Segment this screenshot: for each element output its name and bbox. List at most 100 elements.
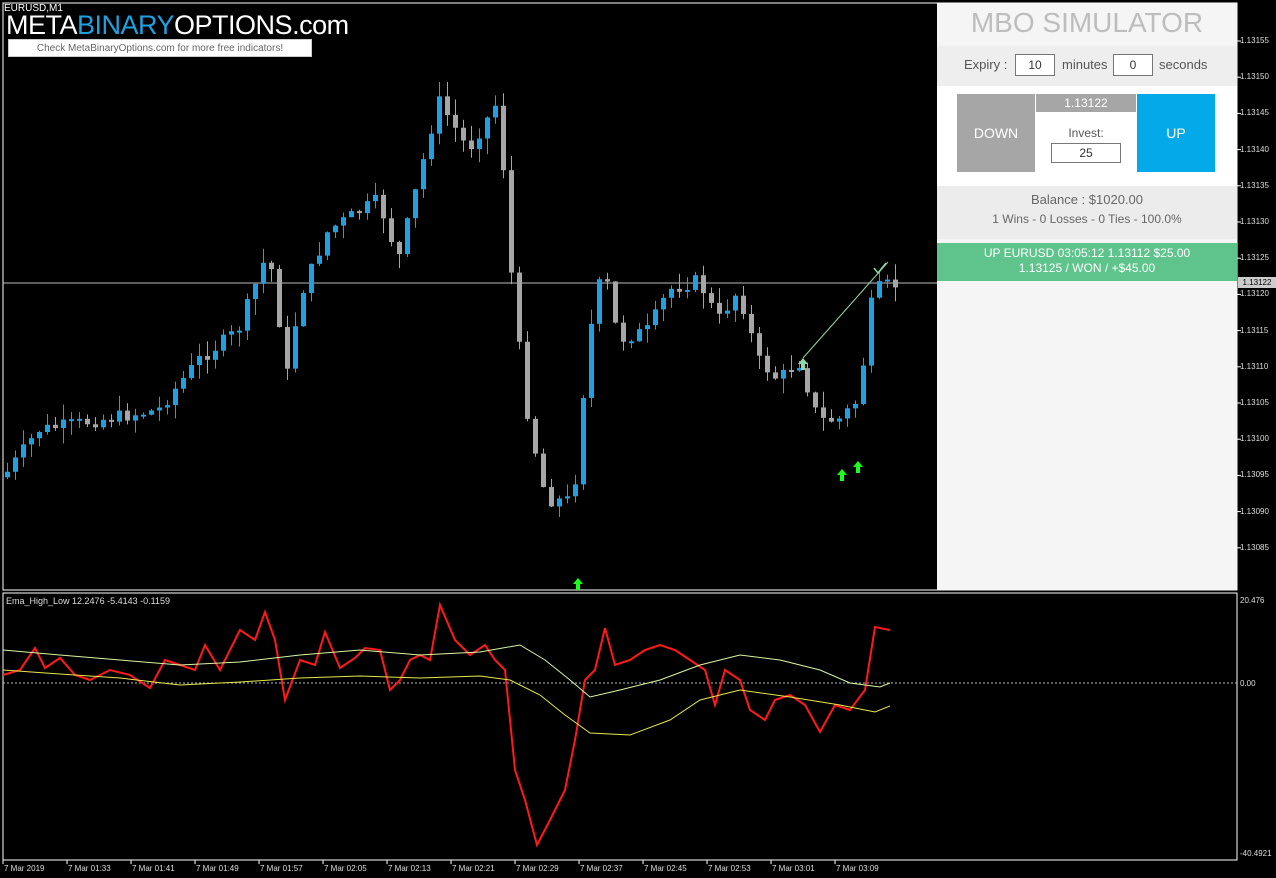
candle-body	[429, 133, 434, 160]
candle-body	[237, 330, 242, 333]
candle-body	[261, 262, 266, 284]
trade-path-line	[802, 261, 889, 359]
trade-result-banner: UP EURUSD 03:05:12 1.13112 $25.00 1.1312…	[937, 243, 1237, 281]
candle-body	[5, 471, 10, 478]
current-price: 1.13122	[1036, 94, 1136, 112]
time-tick-label: 7 Mar 01:57	[260, 864, 303, 873]
candle-body	[333, 225, 338, 233]
candle-body	[349, 211, 354, 218]
trade-box: DOWN 1.13122 Invest: 25 UP	[937, 86, 1237, 186]
candle-body	[117, 410, 122, 422]
candle-body	[549, 487, 554, 507]
candle-body	[485, 117, 490, 139]
time-tick-label: 7 Mar 02:29	[516, 864, 559, 873]
indicator-axis-top: 20.476	[1240, 596, 1265, 605]
invest-input[interactable]: 25	[1051, 143, 1121, 163]
price-tick-label: 1.13120	[1240, 289, 1269, 299]
candle-body	[589, 323, 594, 398]
candle-body	[45, 424, 50, 433]
candle-body	[501, 105, 506, 171]
candle-body	[317, 255, 322, 264]
balance-text: Balance : $1020.00	[1030, 192, 1144, 207]
indicator-axis-zero: 0.00	[1240, 679, 1256, 688]
ema-main-line	[2, 601, 891, 848]
candle-body	[813, 392, 818, 408]
candle-body	[837, 418, 842, 422]
time-tick-label: 7 Mar 02:53	[708, 864, 751, 873]
down-button[interactable]: DOWN	[957, 94, 1035, 172]
candle-body	[829, 417, 834, 422]
time-tick-label: 7 Mar 01:33	[68, 864, 111, 873]
candle-body	[525, 341, 530, 419]
candle-body	[565, 496, 570, 499]
candle-body	[437, 96, 442, 134]
candle-body	[853, 403, 858, 409]
candle-body	[789, 369, 794, 372]
candle-body	[629, 341, 634, 344]
candle-body	[389, 218, 394, 243]
indicator-lines	[2, 601, 891, 848]
candle-body	[709, 293, 714, 303]
buy-signal-arrow	[837, 469, 847, 481]
candle-body	[645, 325, 650, 330]
brand-link-banner[interactable]: Check MetaBinaryOptions.com for more fre…	[8, 39, 312, 57]
candle-body	[373, 194, 378, 202]
candle-body	[661, 297, 666, 310]
result-line-2: 1.13125 / WON / +$45.00	[1018, 261, 1156, 275]
candle-body	[533, 418, 538, 454]
candle-body	[509, 170, 514, 273]
candle-body	[573, 484, 578, 497]
brand-logo: METABINARYOPTIONS.com	[6, 10, 349, 40]
candle-body	[733, 295, 738, 311]
price-tick-label: 1.13100	[1240, 434, 1269, 444]
price-tick-label: 1.13105	[1240, 398, 1269, 407]
candle-body	[885, 279, 890, 282]
price-tick-label: 1.13140	[1240, 144, 1269, 154]
price-tick-label: 1.13095	[1240, 470, 1269, 480]
candle-body	[685, 289, 690, 292]
candle-body	[781, 369, 786, 379]
candle-body	[53, 424, 58, 429]
time-tick-label: 7 Mar 03:01	[772, 864, 815, 873]
expiry-seconds-input[interactable]: 0	[1113, 54, 1153, 76]
minutes-label: minutes	[1062, 57, 1108, 72]
candle-body	[109, 419, 114, 422]
candle-body	[613, 281, 618, 323]
candle-body	[477, 138, 482, 150]
win-loss-record: 1 Wins - 0 Losses - 0 Ties - 100.0%	[992, 212, 1182, 226]
candle-body	[205, 356, 210, 360]
mbo-simulator-panel: MBO SIMULATOR Expiry : 10 minutes 0 seco…	[937, 3, 1237, 590]
indicator-label: Ema_High_Low 12.2476 -5.4143 -0.1159	[6, 596, 170, 606]
up-button[interactable]: UP	[1137, 94, 1215, 172]
price-tick-label: 1.13150	[1240, 72, 1269, 82]
candle-body	[61, 419, 66, 429]
expiry-minutes-input[interactable]: 10	[1015, 54, 1055, 76]
indicator-axis-bottom: -40.4921	[1240, 849, 1272, 858]
seconds-label: seconds	[1159, 57, 1208, 72]
candle-body	[173, 388, 178, 406]
candle-body	[85, 418, 90, 425]
candle-body	[341, 217, 346, 226]
candle-body	[805, 368, 810, 393]
candle-body	[469, 140, 474, 150]
candle-body	[597, 279, 602, 324]
candle-body	[221, 334, 226, 351]
candle-body	[13, 457, 18, 472]
current-price-marker: 1.13122	[1238, 277, 1276, 288]
candle-body	[197, 356, 202, 366]
candle-body	[749, 313, 754, 334]
candlesticks	[5, 81, 898, 517]
price-tick-label: 1.13085	[1240, 542, 1269, 552]
candle-body	[453, 114, 458, 128]
candle-body	[37, 432, 42, 439]
candle-body	[277, 269, 282, 328]
candle-body	[381, 194, 386, 219]
candle-body	[581, 397, 586, 485]
candle-body	[541, 453, 546, 488]
candle-body	[757, 333, 762, 356]
candle-body	[701, 275, 706, 294]
candle-body	[693, 275, 698, 290]
candle-body	[293, 326, 298, 369]
expiry-row: Expiry : 10 minutes 0 seconds	[937, 46, 1237, 86]
price-tick-label: 1.13110	[1240, 361, 1269, 371]
